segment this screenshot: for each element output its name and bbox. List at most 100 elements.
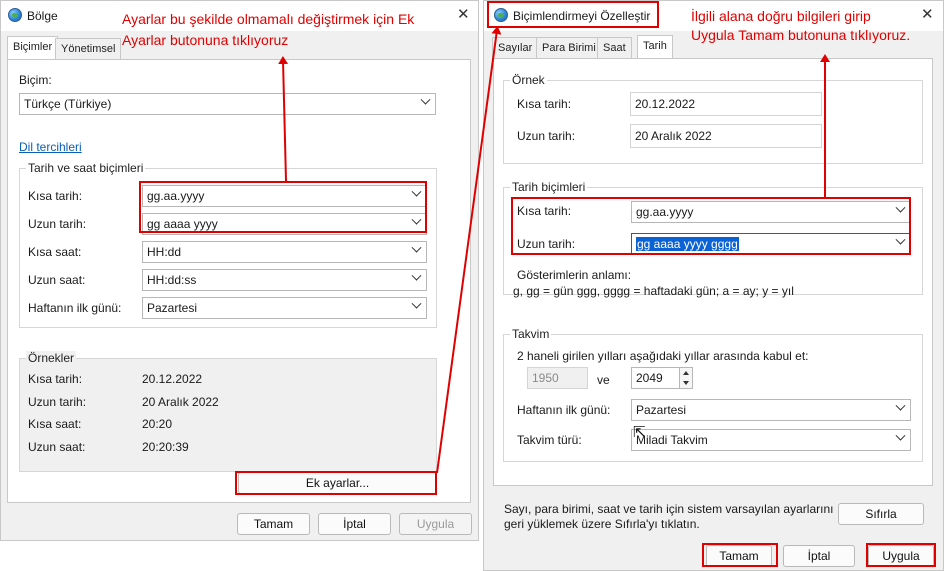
long-date-value: gg aaaa yyyy bbox=[147, 217, 218, 231]
year-spinner[interactable] bbox=[679, 367, 693, 389]
tab-numbers[interactable]: Sayılar bbox=[492, 37, 539, 59]
chevron-down-icon bbox=[895, 234, 906, 245]
row-label: Haftanın ilk günü: bbox=[28, 301, 122, 315]
first-day-value: Pazartesi bbox=[147, 301, 198, 315]
region-dialog: Bölge ✕ Biçimler Yönetimsel Biçim: Türkç… bbox=[0, 0, 479, 541]
long-date-label: Uzun tarih: bbox=[517, 237, 576, 251]
customize-title: Biçimlendirmeyi Özelleştir bbox=[513, 9, 651, 23]
chevron-down-icon bbox=[420, 94, 431, 105]
close-icon[interactable]: ✕ bbox=[457, 7, 470, 22]
long-date-value: gg aaaa yyyy gggg bbox=[636, 237, 739, 251]
example-label: Kısa tarih: bbox=[28, 372, 83, 386]
short-time-select[interactable]: HH:dd bbox=[142, 241, 427, 263]
example-short-field: 20.12.2022 bbox=[630, 92, 822, 116]
date-formats-group-title: Tarih biçimleri bbox=[510, 180, 588, 194]
calendar-type-value: Miladi Takvim bbox=[636, 433, 708, 447]
globe-icon bbox=[494, 8, 508, 22]
year-from-value: 1950 bbox=[532, 371, 559, 385]
notation-title: Gösterimlerin anlamı: bbox=[517, 268, 632, 282]
example-short-value: 20.12.2022 bbox=[635, 97, 696, 111]
annotation-left-line1: Ayarlar bu şekilde olmamalı değiştirmek … bbox=[122, 11, 415, 27]
row-label: Kısa tarih: bbox=[28, 189, 83, 203]
row-label: Uzun saat: bbox=[28, 273, 86, 287]
ok-button[interactable]: Tamam bbox=[706, 545, 772, 567]
apply-button[interactable]: Uygula bbox=[399, 513, 472, 535]
calendar-group-title: Takvim bbox=[510, 327, 552, 341]
text-cursor-icon: ⇱ bbox=[633, 424, 646, 441]
two-digit-year-text: 2 haneli girilen yılları aşağıdaki yılla… bbox=[517, 349, 809, 363]
region-title: Bölge bbox=[27, 9, 58, 23]
cancel-button[interactable]: İptal bbox=[783, 545, 855, 567]
language-preferences-link[interactable]: Dil tercihleri bbox=[19, 140, 82, 154]
reset-text-line1: Sayı, para birimi, saat ve tarih için si… bbox=[504, 502, 834, 516]
chevron-down-icon bbox=[895, 202, 906, 213]
annotation-left-line2: Ayarlar butonuna tıklıyoruz bbox=[122, 32, 289, 48]
example-long-field: 20 Aralık 2022 bbox=[630, 124, 822, 148]
example-short-label: Kısa tarih: bbox=[517, 97, 572, 111]
chevron-down-icon bbox=[411, 214, 422, 225]
short-date-combo[interactable]: gg.aa.yyyy bbox=[631, 201, 911, 223]
short-date-value: gg.aa.yyyy bbox=[147, 189, 205, 203]
example-group-title: Örnek bbox=[510, 73, 547, 87]
date-panel: Örnek Kısa tarih: 20.12.2022 Uzun tarih:… bbox=[493, 58, 933, 486]
format-label: Biçim: bbox=[19, 73, 52, 87]
annotation-right-line2: Uygula Tamam butonuna tıklıyoruz. bbox=[691, 27, 911, 43]
globe-icon bbox=[8, 8, 22, 22]
customize-format-dialog: Biçimlendirmeyi Özelleştir ✕ Sayılar Par… bbox=[483, 0, 944, 571]
additional-settings-button[interactable]: Ek ayarlar... bbox=[238, 472, 437, 494]
short-time-value: HH:dd bbox=[147, 245, 182, 259]
formats-panel: Biçim: Türkçe (Türkiye) Dil tercihleri T… bbox=[7, 59, 471, 503]
example-value: 20:20 bbox=[142, 417, 173, 431]
first-day-combo[interactable]: Pazartesi bbox=[631, 399, 911, 421]
row-label: Kısa saat: bbox=[28, 245, 82, 259]
chevron-down-icon bbox=[411, 298, 422, 309]
spin-up-icon[interactable] bbox=[683, 371, 689, 375]
spin-down-icon[interactable] bbox=[683, 381, 689, 385]
long-time-value: HH:dd:ss bbox=[147, 273, 197, 287]
example-value: 20 Aralık 2022 bbox=[142, 395, 219, 409]
year-and-label: ve bbox=[597, 373, 610, 387]
tab-currency[interactable]: Para Birimi bbox=[536, 37, 602, 59]
format-value: Türkçe (Türkiye) bbox=[24, 97, 112, 111]
year-from-field: 1950 bbox=[527, 367, 588, 389]
calendar-type-combo[interactable]: Miladi Takvim bbox=[631, 429, 911, 451]
notation-text: g, gg = gün ggg, gggg = haftadaki gün; a… bbox=[513, 284, 794, 298]
reset-button[interactable]: Sıfırla bbox=[838, 503, 924, 525]
apply-button[interactable]: Uygula bbox=[868, 545, 934, 567]
cancel-button[interactable]: İptal bbox=[318, 513, 391, 535]
row-label: Uzun tarih: bbox=[28, 217, 87, 231]
example-value: 20:20:39 bbox=[142, 440, 189, 454]
year-to-input[interactable]: 2049 bbox=[631, 367, 681, 389]
short-date-select[interactable]: gg.aa.yyyy bbox=[142, 185, 427, 207]
short-date-label: Kısa tarih: bbox=[517, 204, 572, 218]
first-day-value: Pazartesi bbox=[636, 403, 687, 417]
examples-group-title: Örnekler bbox=[26, 351, 77, 365]
format-select[interactable]: Türkçe (Türkiye) bbox=[19, 93, 436, 115]
calendar-type-label: Takvim türü: bbox=[517, 433, 582, 447]
datetime-group-title: Tarih ve saat biçimleri bbox=[26, 161, 146, 175]
short-date-value: gg.aa.yyyy bbox=[636, 205, 694, 219]
tab-administrative[interactable]: Yönetimsel bbox=[55, 38, 122, 60]
close-icon[interactable]: ✕ bbox=[921, 7, 934, 22]
first-day-label: Haftanın ilk günü: bbox=[517, 403, 611, 417]
tab-time[interactable]: Saat bbox=[597, 37, 632, 59]
year-to-value: 2049 bbox=[636, 371, 663, 385]
long-time-select[interactable]: HH:dd:ss bbox=[142, 269, 427, 291]
chevron-down-icon bbox=[411, 186, 422, 197]
example-label: Uzun tarih: bbox=[28, 395, 87, 409]
example-label: Uzun saat: bbox=[28, 440, 86, 454]
example-long-value: 20 Aralık 2022 bbox=[635, 129, 712, 143]
chevron-down-icon bbox=[411, 242, 422, 253]
example-long-label: Uzun tarih: bbox=[517, 129, 576, 143]
tab-date[interactable]: Tarih bbox=[637, 35, 673, 59]
first-day-select[interactable]: Pazartesi bbox=[142, 297, 427, 319]
chevron-down-icon bbox=[411, 270, 422, 281]
long-date-select[interactable]: gg aaaa yyyy bbox=[142, 213, 427, 235]
chevron-down-icon bbox=[895, 400, 906, 411]
long-date-combo[interactable]: gg aaaa yyyy gggg bbox=[631, 233, 911, 255]
ok-button[interactable]: Tamam bbox=[237, 513, 310, 535]
chevron-down-icon bbox=[895, 430, 906, 441]
tab-formats[interactable]: Biçimler bbox=[7, 36, 59, 60]
example-label: Kısa saat: bbox=[28, 417, 82, 431]
reset-text-line2: geri yüklemek üzere Sıfırla'yı tıklatın. bbox=[504, 517, 700, 531]
